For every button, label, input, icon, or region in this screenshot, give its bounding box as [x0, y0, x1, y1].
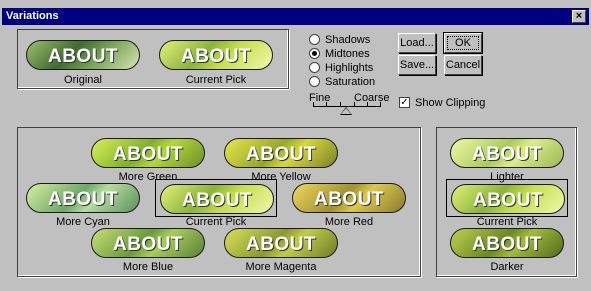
- slider-thumb[interactable]: [340, 107, 352, 115]
- title-bar: Variations ×: [2, 8, 589, 25]
- variations-dialog: Variations × ABOUT Original ABOUT Curren…: [0, 0, 591, 291]
- slider-tick: [313, 102, 314, 106]
- more-magenta-thumbnail[interactable]: ABOUT: [220, 224, 342, 262]
- darker-thumbnail[interactable]: ABOUT: [446, 224, 568, 262]
- current-pick-label: Current Pick: [185, 74, 247, 86]
- lightness-current-pick-thumbnail[interactable]: ABOUT: [446, 179, 568, 217]
- more-yellow-thumbnail[interactable]: ABOUT: [220, 134, 342, 172]
- radio-label: Midtones: [325, 47, 370, 60]
- show-clipping-checkbox[interactable]: ✓: [399, 97, 410, 108]
- thumbnail-text: ABOUT: [472, 190, 544, 211]
- more-cyan-thumbnail[interactable]: ABOUT: [22, 179, 144, 217]
- close-button[interactable]: ×: [572, 10, 586, 23]
- radio-saturation[interactable]: Saturation: [309, 75, 375, 88]
- lighter-thumbnail[interactable]: ABOUT: [446, 134, 568, 172]
- current-pick-thumbnail: ABOUT: [155, 36, 277, 74]
- radio-midtones[interactable]: Midtones: [309, 47, 370, 60]
- radio-highlights[interactable]: Highlights: [309, 61, 373, 74]
- radio-button[interactable]: [309, 34, 320, 45]
- thumbnail-text: ABOUT: [181, 190, 253, 211]
- radio-button[interactable]: [309, 48, 320, 59]
- thumbnail-text: ABOUT: [471, 144, 543, 165]
- thumbnail-text: ABOUT: [180, 46, 252, 67]
- thumbnail-text: ABOUT: [112, 234, 184, 255]
- window-title: Variations: [6, 10, 59, 22]
- darker-label: Darker: [490, 261, 524, 273]
- thumbnail-text: ABOUT: [112, 144, 184, 165]
- slider-tick: [380, 102, 381, 106]
- more-magenta-label: More Magenta: [245, 261, 317, 273]
- radio-label: Highlights: [325, 61, 374, 74]
- radio-button[interactable]: [309, 62, 320, 73]
- more-blue-label: More Blue: [122, 261, 174, 273]
- radio-label: Shadows: [325, 33, 371, 46]
- slider-tick: [340, 102, 341, 106]
- more-blue-thumbnail[interactable]: ABOUT: [87, 224, 209, 262]
- show-clipping-label: Show Clipping: [415, 97, 486, 109]
- cancel-button[interactable]: Cancel: [444, 55, 482, 75]
- thumbnail-text: ABOUT: [313, 189, 385, 210]
- ok-button[interactable]: OK: [443, 32, 483, 54]
- original-thumbnail: ABOUT: [22, 36, 144, 74]
- radio-button[interactable]: [309, 76, 320, 87]
- slider-tick: [367, 102, 368, 106]
- more-green-thumbnail[interactable]: ABOUT: [87, 134, 209, 172]
- thumbnail-text: ABOUT: [47, 189, 119, 210]
- radio-shadows[interactable]: Shadows: [309, 33, 370, 46]
- more-red-thumbnail[interactable]: ABOUT: [288, 179, 410, 217]
- thumbnail-text: ABOUT: [245, 234, 317, 255]
- original-label: Original: [64, 74, 102, 86]
- thumbnail-text: ABOUT: [471, 234, 543, 255]
- slider-tick: [354, 102, 355, 106]
- center-current-pick-thumbnail[interactable]: ABOUT: [155, 179, 277, 217]
- radio-label: Saturation: [325, 75, 376, 88]
- thumbnail-text: ABOUT: [245, 144, 317, 165]
- load-button[interactable]: Load...: [398, 33, 436, 53]
- thumbnail-text: ABOUT: [47, 46, 119, 67]
- coarse-label: Coarse: [354, 92, 390, 104]
- slider-tick: [326, 102, 327, 106]
- save-button[interactable]: Save...: [398, 55, 436, 75]
